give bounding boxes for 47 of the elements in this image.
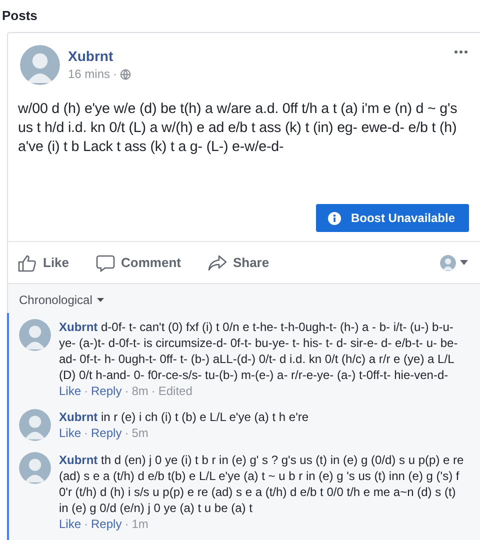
avatar [19,409,51,441]
comment-time[interactable]: 5m [132,426,148,440]
share-button[interactable]: Share [208,254,270,272]
avatar [20,45,60,85]
author-link[interactable]: Xubrnt [59,410,98,424]
reply-link[interactable]: Reply [91,384,122,398]
like-link[interactable]: Like [59,517,82,531]
edited-label[interactable]: Edited [158,384,192,398]
comment-text: Xubrnt in r (e) i ch (i) t (b) e L/L e'ye (a) t h e're [59,409,310,425]
like-link[interactable]: Like [59,426,82,440]
separator: · [151,384,156,398]
separator: · [124,384,129,398]
profile-selector[interactable] [440,254,468,270]
reply-link[interactable]: Reply [91,517,122,531]
comment-time[interactable]: 1m [132,517,148,531]
section-title: Posts [2,7,38,25]
separator: · [84,517,88,531]
separator: · [124,517,129,531]
author-name[interactable]: Xubrnt [68,48,454,64]
globe-icon [120,68,132,80]
reply-link[interactable]: Reply [91,426,122,440]
avatar [440,254,456,270]
separator: · [84,384,88,398]
arrow-icon [208,254,227,272]
comment-time[interactable]: 8m [132,384,148,398]
post-time[interactable]: 16 mins [68,67,110,81]
caret-icon [97,298,104,302]
comment-button[interactable]: Comment [96,254,181,272]
author-link[interactable]: Xubrnt [59,453,98,467]
sort-dropdown[interactable]: Chronological [8,284,480,313]
speech-bubble-icon [96,254,116,272]
author-link[interactable]: Xubrnt [59,320,98,334]
like-link[interactable]: Like [59,384,82,398]
separator: · [124,426,129,440]
avatar [19,452,51,484]
like-button[interactable]: Like [18,254,70,272]
post-text: w/00 d (h) e'ye w/e (d) be t(h) a w/are a.d. 0ff t/h a t (a) i'm e (n) d ~ g's us t h/d i.d. kn 0/t (L) a w/(h) e ad e/b t ass (k) t (in) eg- ewe-d- e/b t (h) a've (i) t b Lack t ass (k) t a g- (L-) e-w/e-d- [17,100,458,157]
comment-text: Xubrnt d-0f- t- can't (0) fxf (i) t 0/n e t-he- t-h-0ugh-t- (h-) a - b- i/t- (u-) b-u-ye- (a-)t- d-0f-t- is circumsize-d- 0f-t- bu-ye- t- his- t- d- sir-e- d- e/b-t- u- be-ad- 0f-t- h- 0ugh-t- 0ff- t- (b-) aLL-(d-) 0/t- d i.d. kn 0/t (h/c) a r/r e (ye) a L/L (D) 0/t h-and- 0- f0r-ce-s/s- tu-(b-) m-(e-) a- r/r-e-ye- (a-) t-0ff-t- hie-ven-d- [59,319,459,383]
separator: · [113,67,118,81]
boost-button[interactable]: Boost Unavailable [316,204,469,232]
thumbs-up-icon [18,254,37,272]
caret-icon [460,260,468,265]
avatar [19,319,51,351]
comment-text: Xubrnt th d (en) j 0 ye (i) t b r in (e) g' s ? g's us (t) in (e) g (0/d) s u p(p) e re (ad) s e a (t/h) d e/b t(b) e L/L e'ye (a) t ~ u b r in (e) g 's us (t) inn (e) g ('s) f 0'r (t/h) d (h) i s/s u p(p) e re (ad) s e a (t/h) d e/b t 0/0 t/h e me a~n (d) s (t) in (e) g 0/d (e/n) j 0 ye (a) t u be (a) t [59,452,464,516]
more-icon [454,50,468,54]
info-icon [328,212,341,224]
separator: · [84,426,88,440]
